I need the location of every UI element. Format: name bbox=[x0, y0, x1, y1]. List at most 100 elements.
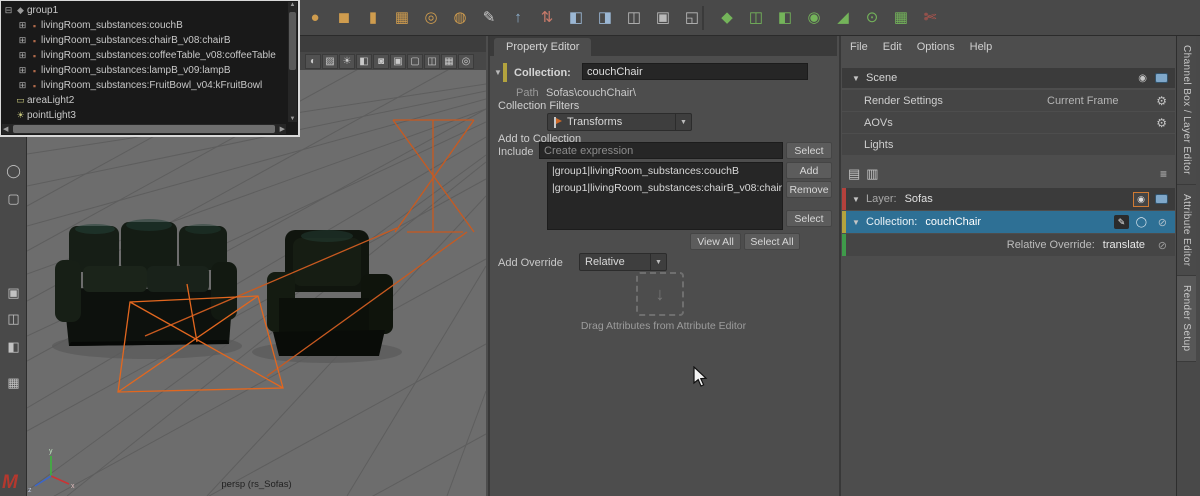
occlusion-icon[interactable]: ◙ bbox=[373, 54, 389, 69]
bevel-icon[interactable]: ◆ bbox=[714, 4, 740, 30]
scrollbar-thumb[interactable] bbox=[13, 125, 275, 133]
scene-row[interactable]: ▼ Scene ◉ bbox=[842, 68, 1175, 88]
outliner-item[interactable]: ⊞ ▪ livingRoom_substances:coffeeTable_v0… bbox=[3, 48, 286, 63]
display-icon[interactable] bbox=[1155, 194, 1168, 204]
film-gate-icon[interactable]: ▢ bbox=[407, 54, 423, 69]
shadows-icon[interactable]: ◧ bbox=[356, 54, 372, 69]
scrollbar-thumb[interactable] bbox=[289, 12, 296, 70]
poly-disc-icon[interactable]: ◍ bbox=[447, 4, 473, 30]
renderable-eye-icon[interactable]: ◉ bbox=[1133, 192, 1149, 207]
gear-icon[interactable]: ⚙ bbox=[1156, 94, 1167, 108]
expander-icon[interactable]: ⊞ bbox=[17, 50, 28, 61]
gear-icon[interactable]: ⚙ bbox=[1156, 116, 1167, 130]
camera-icon[interactable]: ▣ bbox=[390, 54, 406, 69]
sort-arrows-icon[interactable]: ⇅ bbox=[534, 4, 560, 30]
select-expression-button[interactable]: Select bbox=[786, 142, 832, 159]
disable-icon[interactable]: ⊘ bbox=[1158, 239, 1167, 252]
armchair-mesh[interactable] bbox=[267, 230, 393, 356]
tab-render-setup[interactable]: Render Setup bbox=[1177, 276, 1196, 362]
remove-button[interactable]: Remove bbox=[786, 181, 832, 198]
override-mode-dropdown[interactable]: Relative ▼ bbox=[579, 253, 667, 271]
outliner-item[interactable]: ⊞ ▪ livingRoom_substances:chairB_v08:cha… bbox=[3, 33, 286, 48]
render-setup-row[interactable]: Render Settings Current Frame ⚙ bbox=[842, 90, 1175, 111]
filter-type-dropdown[interactable]: Transforms ▼ bbox=[547, 113, 692, 131]
poly-cylinder-icon[interactable]: ▮ bbox=[360, 4, 386, 30]
lights-icon[interactable]: ☀ bbox=[339, 54, 355, 69]
grid-toggle-icon[interactable]: ▦ bbox=[441, 54, 457, 69]
poly-torus-icon[interactable]: ◎ bbox=[418, 4, 444, 30]
collapse-arrow-icon[interactable]: ▼ bbox=[494, 68, 502, 77]
outliner-item[interactable]: ⊟ ◆ group1 bbox=[3, 3, 286, 18]
multi-cut-icon[interactable]: ✄ bbox=[917, 4, 943, 30]
extrude-icon[interactable]: ↑ bbox=[505, 4, 531, 30]
couch-mesh[interactable] bbox=[55, 219, 237, 346]
outliner-horizontal-scrollbar[interactable]: ◀ ▶ bbox=[2, 124, 286, 134]
select-tool-icon[interactable]: ◯ bbox=[3, 160, 24, 181]
merge-icon[interactable]: ◉ bbox=[801, 4, 827, 30]
target-weld-icon[interactable]: ⊙ bbox=[859, 4, 885, 30]
outliner-item[interactable]: ⊞ ▪ livingRoom_substances:FruitBowl_v04:… bbox=[3, 78, 286, 93]
expander-icon[interactable]: ⊞ bbox=[17, 80, 28, 91]
sort-list-icon[interactable]: ≡ bbox=[1160, 167, 1167, 181]
attribute-drop-zone[interactable]: ↓ bbox=[636, 272, 684, 316]
wedge-icon[interactable]: ◢ bbox=[830, 4, 856, 30]
isolate-select-icon[interactable]: ◎ bbox=[458, 54, 474, 69]
outliner-item[interactable]: ⊞ ▪ livingRoom_substances:couchB bbox=[3, 18, 286, 33]
include-expression-input[interactable] bbox=[539, 142, 783, 159]
override-row-translate[interactable]: Relative Override: translate ⊘ bbox=[842, 234, 1175, 256]
poly-cube-icon[interactable]: ◼ bbox=[331, 4, 357, 30]
isolate-icon[interactable]: ◯ bbox=[1136, 217, 1147, 228]
collapse-arrow-icon[interactable]: ▼ bbox=[852, 218, 860, 227]
visibility-eye-icon[interactable]: ◉ bbox=[1138, 73, 1147, 84]
single-pane-layout-icon[interactable]: ▣ bbox=[3, 282, 24, 303]
bridge-icon[interactable]: ◫ bbox=[743, 4, 769, 30]
mirror-icon[interactable]: ◫ bbox=[621, 4, 647, 30]
collapse-arrow-icon[interactable]: ▼ bbox=[852, 195, 860, 204]
shading-icon[interactable]: ◐ bbox=[305, 54, 321, 69]
two-pane-layout-icon[interactable]: ◫ bbox=[3, 308, 24, 329]
disable-icon[interactable]: ⊘ bbox=[1158, 216, 1167, 229]
expander-icon[interactable]: ⊟ bbox=[3, 5, 14, 16]
four-pane-layout-icon[interactable]: ▦ bbox=[3, 372, 24, 393]
extrude-face-icon[interactable]: ◧ bbox=[772, 4, 798, 30]
poly-sphere-icon[interactable]: ● bbox=[302, 4, 328, 30]
layer-row-sofas[interactable]: ▼ Layer: Sofas ◉ bbox=[842, 188, 1175, 210]
display-icon[interactable] bbox=[1155, 73, 1168, 83]
render-setup-row[interactable]: AOVs ⚙ bbox=[842, 112, 1175, 133]
outliner-item[interactable]: ▭ areaLight2 bbox=[3, 93, 286, 108]
expander-icon[interactable]: ⊞ bbox=[17, 65, 28, 76]
menu-item[interactable]: Options bbox=[917, 41, 955, 53]
tab-property-editor[interactable]: Property Editor bbox=[494, 38, 591, 56]
collection-name-input[interactable] bbox=[582, 63, 808, 80]
render-setup-row[interactable]: Lights bbox=[842, 134, 1175, 155]
tab-attribute-editor[interactable]: Attribute Editor bbox=[1177, 185, 1196, 277]
textured-icon[interactable]: ▨ bbox=[322, 54, 338, 69]
collection-row-couchchair[interactable]: ▼ Collection: couchChair ✎ ◯ ⊘ bbox=[842, 211, 1175, 233]
separate-icon[interactable]: ◨ bbox=[592, 4, 618, 30]
edit-collection-icon[interactable]: ✎ bbox=[1114, 215, 1129, 229]
poly-plane-icon[interactable]: ▦ bbox=[389, 4, 415, 30]
create-collection-icon[interactable]: ▥ bbox=[866, 166, 878, 182]
outliner-item[interactable]: ☀ pointLight3 bbox=[3, 108, 286, 122]
collection-member[interactable]: |group1|livingRoom_substances:couchB bbox=[548, 163, 782, 180]
menu-item[interactable]: File bbox=[850, 41, 868, 53]
expander-icon[interactable]: ⊞ bbox=[17, 35, 28, 46]
collection-members-list[interactable]: |group1|livingRoom_substances:couchB |gr… bbox=[547, 162, 783, 230]
scroll-down-icon[interactable]: ▼ bbox=[288, 116, 297, 122]
menu-item[interactable]: Help bbox=[970, 41, 993, 53]
combine-icon[interactable]: ◧ bbox=[563, 4, 589, 30]
add-button[interactable]: Add bbox=[786, 162, 832, 179]
scroll-left-icon[interactable]: ◀ bbox=[3, 125, 8, 133]
view-all-button[interactable]: View All bbox=[690, 233, 741, 250]
align-icon[interactable]: ▣ bbox=[650, 4, 676, 30]
collapse-arrow-icon[interactable]: ▼ bbox=[852, 74, 860, 83]
three-pane-layout-icon[interactable]: ◧ bbox=[3, 336, 24, 357]
resolution-gate-icon[interactable]: ◫ bbox=[424, 54, 440, 69]
create-render-layer-icon[interactable]: ▤ bbox=[848, 166, 860, 182]
quad-draw-icon[interactable]: ▦ bbox=[888, 4, 914, 30]
scroll-right-icon[interactable]: ▶ bbox=[280, 125, 285, 133]
lasso-tool-icon[interactable]: ▢ bbox=[3, 188, 24, 209]
select-members-button[interactable]: Select bbox=[786, 210, 832, 227]
scroll-up-icon[interactable]: ▲ bbox=[288, 2, 297, 8]
collection-member[interactable]: |group1|livingRoom_substances:chairB_v08… bbox=[548, 180, 782, 197]
